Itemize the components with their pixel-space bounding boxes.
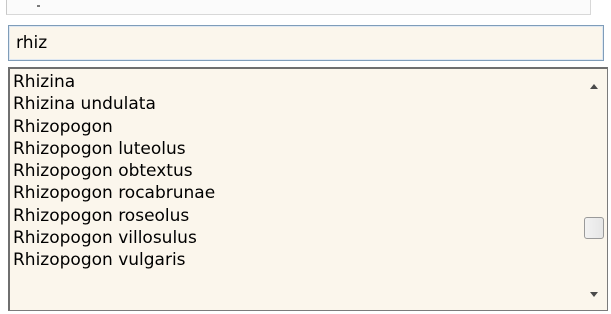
vertical-scrollbar[interactable] bbox=[581, 69, 607, 310]
list-item[interactable]: Rhizopogon luteolus bbox=[12, 138, 581, 160]
suggestion-list[interactable]: Rhizina Rhizina undulata Rhizopogon Rhiz… bbox=[8, 67, 608, 311]
search-input[interactable] bbox=[8, 25, 604, 61]
list-item[interactable]: Rhizina undulata bbox=[12, 93, 581, 115]
list-item[interactable]: Rhizopogon roseolus bbox=[12, 205, 581, 227]
suggestion-items: Rhizina Rhizina undulata Rhizopogon Rhiz… bbox=[12, 71, 581, 310]
previous-control-frame bbox=[6, 0, 591, 15]
scroll-down-button[interactable] bbox=[581, 280, 607, 306]
list-item[interactable]: Rhizopogon obtextus bbox=[12, 160, 581, 182]
triangle-up-icon bbox=[590, 84, 598, 89]
list-item[interactable]: Rhizopogon villosulus bbox=[12, 227, 581, 249]
scroll-up-button[interactable] bbox=[581, 75, 607, 101]
list-item[interactable]: Rhizopogon vulgaris bbox=[12, 249, 581, 271]
list-item[interactable]: Rhizopogon bbox=[12, 116, 581, 138]
caret-mark bbox=[37, 5, 40, 7]
scroll-thumb[interactable] bbox=[584, 217, 604, 239]
list-item[interactable]: Rhizopogon rocabrunae bbox=[12, 182, 581, 204]
list-item[interactable]: Rhizina bbox=[12, 71, 581, 93]
previous-control-edge bbox=[0, 0, 611, 18]
triangle-down-icon bbox=[590, 292, 598, 297]
autocomplete-panel: Rhizina Rhizina undulata Rhizopogon Rhiz… bbox=[5, 22, 611, 314]
